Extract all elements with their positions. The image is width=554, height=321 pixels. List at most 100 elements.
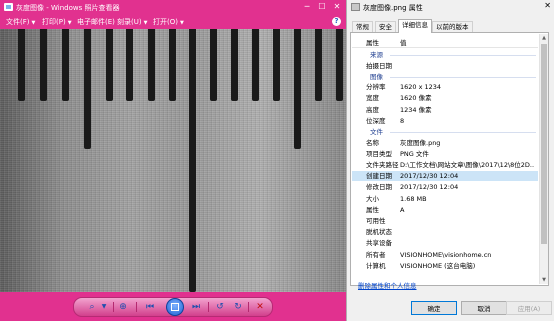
scroll-up-icon[interactable]: ▲ xyxy=(540,34,548,42)
divider xyxy=(248,302,249,312)
property-row[interactable]: 位深度 8 xyxy=(352,116,538,126)
property-row[interactable]: 大小 1.68 MB xyxy=(352,194,538,204)
property-name: 所有者 xyxy=(366,250,386,259)
photo-viewer-window: 灰度图像 - Windows 照片查看器 ─ ☐ ✕ 文件(F) ▼ 打印(P) ▼… xyxy=(0,0,346,321)
menu-print-label: 打印(P) xyxy=(42,18,66,26)
ruler-tick xyxy=(294,29,301,149)
properties-dialog: 灰度图像.png 属性 ✕ 常规 安全 详细信息 以前的版本 属性 值 来源 拍摄… xyxy=(346,0,554,321)
rotate-right-icon[interactable]: ↻ xyxy=(232,301,244,313)
property-row[interactable]: 文件夹路径 D:\工作文档\网站文章\图像\2017\12\8位2D... xyxy=(352,160,538,170)
zoom-icon[interactable]: ⌕ xyxy=(86,301,98,313)
chevron-down-icon[interactable]: ▼ xyxy=(98,301,110,313)
viewer-titlebar: 灰度图像 - Windows 照片查看器 ─ ☐ ✕ xyxy=(0,0,346,15)
ruler-tick xyxy=(40,29,47,101)
ruler-tick xyxy=(231,29,238,101)
close-button[interactable]: ✕ xyxy=(330,1,344,13)
displayed-photo xyxy=(0,29,346,292)
property-name: 创建日期 xyxy=(366,172,392,181)
divider xyxy=(136,302,137,312)
properties-title: 灰度图像.png 属性 xyxy=(363,4,423,12)
help-icon[interactable]: ? xyxy=(332,17,341,26)
menu-file-label: 文件(F) xyxy=(6,18,30,26)
file-icon xyxy=(351,3,360,11)
ruler-tick xyxy=(106,29,113,101)
viewer-controls-bar: ⌕ ▼ ⊕ ⏮ ⏭ ↺ ↻ ✕ xyxy=(0,292,346,321)
property-value: 1620 像素 xyxy=(400,94,432,103)
scrollbar-thumb[interactable] xyxy=(541,44,547,244)
property-row[interactable]: 共享设备 xyxy=(352,238,538,248)
property-name: 宽度 xyxy=(366,94,379,103)
ruler-tick xyxy=(273,29,280,101)
menu-burn[interactable]: 刻录(U) ▼ xyxy=(117,17,147,27)
maximize-button[interactable]: ☐ xyxy=(315,1,329,13)
ok-button[interactable]: 确定 xyxy=(411,301,457,315)
menu-print[interactable]: 打印(P) ▼ xyxy=(42,17,72,27)
column-header: 属性 值 xyxy=(352,34,538,48)
property-row[interactable]: 计算机 VISIONHOME (这台电脑) xyxy=(352,261,538,271)
property-row[interactable]: 所有者 VISIONHOME\visionhome.cn xyxy=(352,250,538,260)
rotate-left-icon[interactable]: ↺ xyxy=(214,301,226,313)
ruler-tick xyxy=(148,29,155,101)
chevron-down-icon: ▼ xyxy=(143,20,148,26)
next-icon[interactable]: ⏭ xyxy=(190,301,202,313)
section-header: 来源 xyxy=(352,50,538,60)
divider xyxy=(208,302,209,312)
property-row[interactable]: 拍摄日期 xyxy=(352,61,538,71)
property-row[interactable]: 修改日期 2017/12/30 12:04 xyxy=(352,182,538,192)
property-row[interactable]: 项目类型 PNG 文件 xyxy=(352,149,538,159)
property-row[interactable]: 创建日期 2017/12/30 12:04 xyxy=(352,171,538,182)
scroll-down-icon[interactable]: ▼ xyxy=(540,276,548,284)
tab-details[interactable]: 详细信息 xyxy=(398,19,432,33)
ruler-tick xyxy=(84,29,91,149)
delete-icon[interactable]: ✕ xyxy=(254,301,266,313)
apply-button[interactable]: 应用(A) xyxy=(506,301,552,315)
property-name: 修改日期 xyxy=(366,183,392,192)
property-row[interactable]: 宽度 1620 像素 xyxy=(352,93,538,103)
property-value: 2017/12/30 12:04 xyxy=(400,183,459,192)
property-name: 位深度 xyxy=(366,116,386,125)
minimize-button[interactable]: ─ xyxy=(300,1,314,13)
chevron-down-icon: ▼ xyxy=(67,20,72,26)
dialog-close-button[interactable]: ✕ xyxy=(544,1,551,10)
property-row[interactable]: 名称 灰度图像.png xyxy=(352,138,538,148)
property-name: 分辨率 xyxy=(366,83,386,92)
ruler-tick xyxy=(62,29,69,101)
section-label: 来源 xyxy=(370,51,383,59)
menu-email[interactable]: 电子邮件(E) xyxy=(77,17,115,27)
menu-burn-label: 刻录(U) xyxy=(117,18,142,26)
section-header: 文件 xyxy=(352,127,538,137)
ruler-tick xyxy=(169,29,176,101)
ruler-tick xyxy=(315,29,322,101)
actual-size-icon[interactable]: ⊕ xyxy=(117,301,129,313)
property-list[interactable]: 属性 值 来源 拍摄日期 图像 分辨率 1620 x 1234 宽度 1620 像素 高度 12… xyxy=(352,34,538,284)
property-name: 拍摄日期 xyxy=(366,61,392,70)
property-row[interactable]: 高度 1234 像素 xyxy=(352,105,538,115)
previous-icon[interactable]: ⏮ xyxy=(144,301,156,313)
property-name: 文件夹路径 xyxy=(366,160,399,169)
property-row[interactable]: 脱机状态 xyxy=(352,227,538,237)
viewer-window-title: 灰度图像 - Windows 照片查看器 xyxy=(16,4,120,12)
section-divider xyxy=(390,76,536,78)
photo-viewer-app-icon xyxy=(4,3,13,11)
property-row[interactable]: 可用性 xyxy=(352,216,538,226)
property-name: 共享设备 xyxy=(366,239,392,248)
slideshow-button[interactable] xyxy=(166,298,184,316)
property-value: D:\工作文档\网站文章\图像\2017\12\8位2D... xyxy=(400,160,534,169)
column-header-name[interactable]: 属性 xyxy=(366,37,379,47)
ruler-tick xyxy=(126,29,133,101)
divider xyxy=(113,302,114,312)
property-value: 8 xyxy=(400,116,405,125)
property-row[interactable]: 分辨率 1620 x 1234 xyxy=(352,82,538,92)
menu-file[interactable]: 文件(F) ▼ xyxy=(6,17,35,27)
property-row[interactable]: 属性 A xyxy=(352,205,538,215)
column-header-value[interactable]: 值 xyxy=(400,37,407,47)
property-name: 名称 xyxy=(366,138,379,147)
details-panel: 属性 值 来源 拍摄日期 图像 分辨率 1620 x 1234 宽度 1620 像素 高度 12… xyxy=(350,32,549,286)
vertical-scrollbar[interactable]: ▲ ▼ xyxy=(539,34,548,284)
property-name: 项目类型 xyxy=(366,149,392,158)
menu-open[interactable]: 打开(O) ▼ xyxy=(153,17,184,27)
property-value: 2017/12/30 12:04 xyxy=(400,172,459,181)
property-value: VISIONHOME\visionhome.cn xyxy=(400,250,492,259)
remove-properties-link[interactable]: 删除属性和个人信息 xyxy=(358,280,417,290)
cancel-button[interactable]: 取消 xyxy=(461,301,507,315)
